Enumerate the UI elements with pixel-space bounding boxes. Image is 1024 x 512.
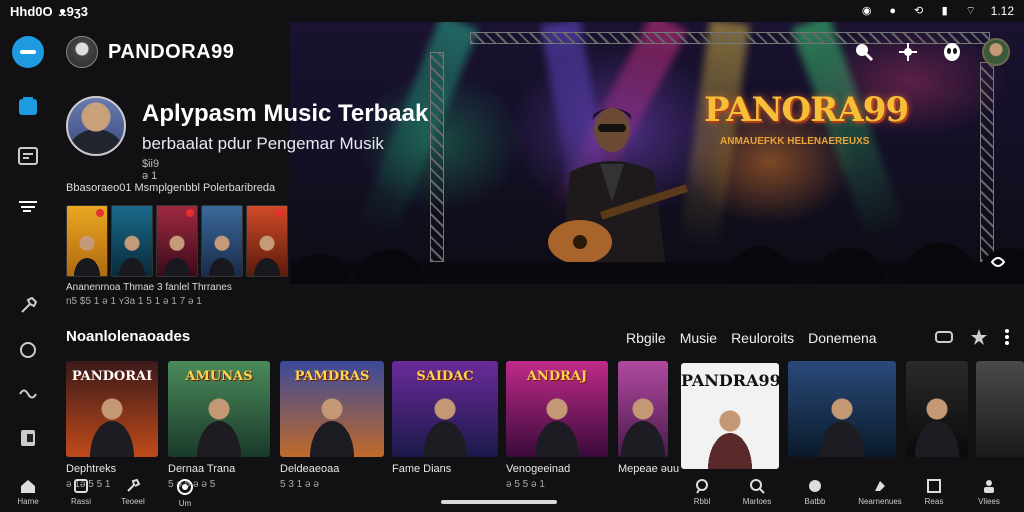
thumbnail-caption: Ananenrnoa Thmae 3 fanlel Thrranes (66, 282, 232, 293)
album-card[interactable] (906, 361, 968, 457)
album-card[interactable] (976, 361, 1024, 457)
sync-arrows-icon[interactable] (12, 378, 44, 410)
alien-icon[interactable] (938, 38, 966, 66)
artist-thumbnail[interactable] (66, 205, 108, 277)
playlist-icon[interactable] (12, 140, 44, 172)
wifi-icon: ⌔ (965, 5, 976, 17)
crowd-silhouette (290, 224, 1024, 284)
section-title: Noanlolenaoades (66, 328, 191, 345)
nav-discover[interactable]: Um (160, 478, 210, 508)
profile-title: Aplypasm Music Terbaak (142, 100, 429, 127)
artist-thumbnail[interactable] (111, 205, 153, 277)
user-avatar[interactable] (982, 38, 1010, 66)
album-card[interactable]: SAIDAC (392, 361, 498, 457)
more-vertical-icon[interactable] (1004, 328, 1010, 351)
profile-avatar[interactable] (66, 96, 126, 156)
app-header: PANDORA99 (66, 36, 234, 68)
status-carrier: ᴥ9ʒ3 (58, 3, 88, 19)
menu-icon[interactable] (12, 190, 44, 222)
stage-logo: PANORA99 (704, 90, 909, 130)
album-row: PANDORAI Dephtreks ǝ 1ǝ 5 5 1 AMUNAS Der… (66, 361, 1024, 490)
nav-tools[interactable]: Teoeel (108, 478, 158, 506)
tools-icon[interactable] (12, 290, 44, 322)
bookmark-icon[interactable] (12, 422, 44, 454)
home-indicator[interactable] (441, 500, 557, 504)
nav-profile[interactable]: Vliees (964, 478, 1014, 506)
album-card[interactable]: PAMDRAS (280, 361, 384, 457)
album-card[interactable] (618, 361, 668, 457)
promo-label: Bbasoraeo01 Msmplgenbbl Polerbaribreda (66, 182, 276, 194)
profile-count: $ii9 ǝ 1 (142, 158, 160, 182)
connect-icon[interactable] (894, 38, 922, 66)
status-time: Hhd0O (10, 3, 53, 19)
nav-new[interactable]: Nearnenues (855, 478, 905, 506)
nav-search[interactable]: Marloes (732, 478, 782, 506)
fullscreen-icon[interactable] (990, 255, 1006, 273)
nav-reels[interactable]: Reas (909, 478, 959, 506)
tab-music[interactable]: Musie (680, 330, 717, 346)
star-icon[interactable] (970, 328, 988, 351)
album-card[interactable] (788, 361, 896, 457)
tab-reports[interactable]: Reuloroits (731, 330, 794, 346)
side-rail (0, 22, 56, 472)
profile-subtitle: berbaalat pdur Pengemar Musik (142, 134, 384, 153)
artist-thumbnail[interactable] (246, 205, 288, 277)
library-icon[interactable] (12, 90, 44, 122)
record-icon: ● (889, 5, 896, 17)
circle-icon[interactable] (12, 334, 44, 366)
section-actions (934, 328, 1010, 351)
top-actions (850, 38, 1010, 66)
artist-thumbnail[interactable] (201, 205, 243, 277)
battery-level: 1.12 (990, 4, 1014, 18)
sync-icon: ⟲ (914, 5, 924, 17)
search-icon[interactable] (850, 38, 878, 66)
tab-profile[interactable]: Rbgile (626, 330, 666, 346)
app-avatar[interactable] (66, 36, 98, 68)
nav-chat[interactable]: Rbbl (677, 478, 727, 506)
album-card[interactable]: PANDORAI (66, 361, 158, 457)
location-icon: ◉ (861, 5, 872, 17)
nav-badges[interactable]: Batbb (790, 478, 840, 506)
nav-radio[interactable]: Rassi (56, 478, 106, 506)
stage-subtitle: ANMAUEFKK HELENAEREUXS (720, 136, 870, 147)
signal-icon: ▮ (941, 5, 948, 17)
album-card[interactable]: ANDRAJ (506, 361, 608, 457)
album-card-selected[interactable]: PANDRA99 (681, 363, 779, 469)
status-bar: Hhd0O ᴥ9ʒ3 ◉ ● ⟲ ▮ ⌔ 1.12 (0, 0, 1024, 22)
stage-light (355, 22, 479, 243)
nav-home[interactable]: Hame (3, 478, 53, 506)
tab-donations[interactable]: Donemena (808, 330, 877, 346)
album-card[interactable]: AMUNAS (168, 361, 270, 457)
artist-thumbnail[interactable] (156, 205, 198, 277)
thumbnail-meta: n5 $5 1 ǝ 1 ʏ3a 1 5 1 ǝ 1 7 ǝ 1 (66, 296, 202, 307)
app-title: PANDORA99 (108, 40, 235, 63)
artist-thumbnails (66, 205, 288, 277)
cast-icon[interactable] (934, 330, 954, 349)
app-logo-icon[interactable] (12, 36, 44, 68)
filter-tabs: Rbgile Musie Reuloroits Donemena (626, 330, 877, 346)
bottom-nav: Hame Rassi Teoeel Um Rbbl Marloes Batbb … (0, 474, 1024, 512)
